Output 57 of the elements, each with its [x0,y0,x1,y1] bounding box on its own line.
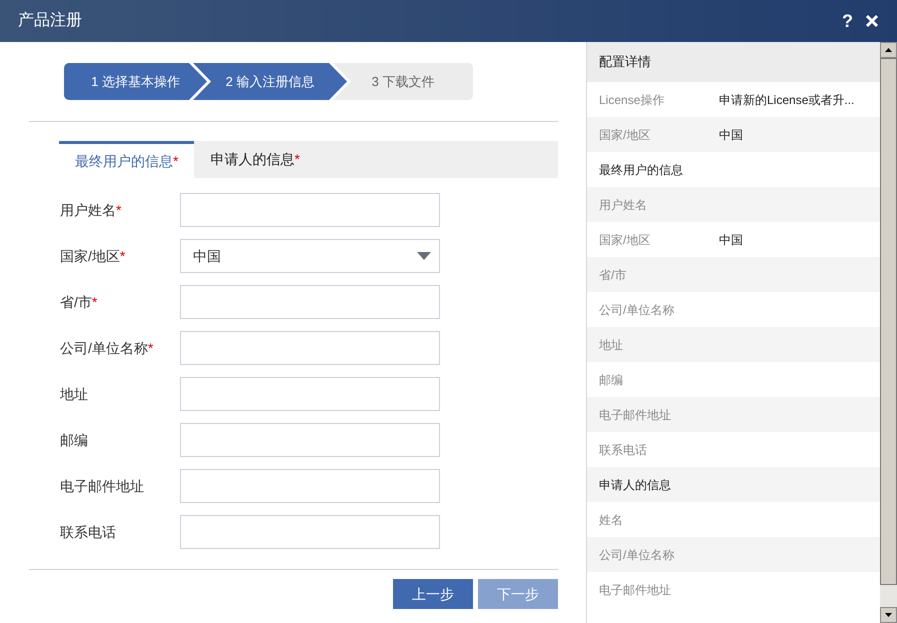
detail-label: 公司/单位名称 [599,546,676,564]
down-arrow-icon [885,613,892,617]
field-label: 国家/地区 [60,246,120,266]
form-tab[interactable]: 最终用户的信息* [59,141,194,178]
detail-label: 用户姓名 [599,196,648,214]
field-label: 邮编 [60,430,88,450]
required-mark: * [148,338,154,358]
wizard-step: 1 选择基本操作 [64,63,207,100]
required-mark: * [120,246,126,266]
detail-value: 中国 [719,232,743,248]
required-mark: * [294,150,300,169]
details-title: 配置详情 [599,53,651,72]
field-label: 电子邮件地址 [60,476,144,496]
required-mark: * [92,292,98,312]
window-title: 产品注册 [18,10,82,31]
detail-label: 公司/单位名称 [599,302,676,318]
field-label: 用户姓名 [60,200,116,220]
select-field[interactable]: 中国 [180,239,440,273]
wizard-step: 2 输入注册信息 [193,63,347,100]
detail-label: 联系电话 [599,442,648,458]
detail-label: 国家/地区 [599,126,652,144]
section-heading: 最终用户的信息 [599,162,683,178]
detail-value: 中国 [719,126,743,144]
required-mark: * [173,152,178,170]
tab-label: 申请人的信息 [210,150,294,169]
select-value: 中国 [193,246,221,266]
input-field[interactable] [180,377,440,411]
field-label: 公司/单位名称 [60,338,148,358]
detail-label: 地址 [599,336,624,354]
input-field[interactable] [180,515,440,549]
detail-label: License操作 [599,92,666,108]
input-field[interactable] [180,193,440,227]
step-button[interactable]: 上一步 [393,579,473,609]
detail-label: 国家/地区 [599,232,652,248]
detail-label: 姓名 [599,512,624,528]
scroll-down-button[interactable] [880,607,897,623]
required-mark: * [116,200,122,220]
detail-value: 申请新的License或者升... [719,92,854,108]
field-label: 联系电话 [60,522,116,542]
detail-label: 电子邮件地址 [599,406,672,424]
tab-label: 最终用户的信息 [75,152,173,170]
detail-label: 省/市 [599,266,628,284]
detail-label: 邮编 [599,372,624,388]
input-field[interactable] [180,285,440,319]
input-field[interactable] [180,469,440,503]
section-heading: 申请人的信息 [599,476,671,494]
input-field[interactable] [180,331,440,365]
field-label: 地址 [60,384,88,404]
wizard-step: 3 下载文件 [333,63,473,100]
scroll-up-button[interactable] [880,42,897,58]
help-button[interactable]: ? [842,8,853,34]
up-arrow-icon [885,48,892,52]
close-icon[interactable] [865,14,879,28]
field-label: 省/市 [60,292,92,312]
detail-label: 电子邮件地址 [599,582,672,598]
dropdown-caret-icon [417,252,431,260]
input-field[interactable] [180,423,440,457]
